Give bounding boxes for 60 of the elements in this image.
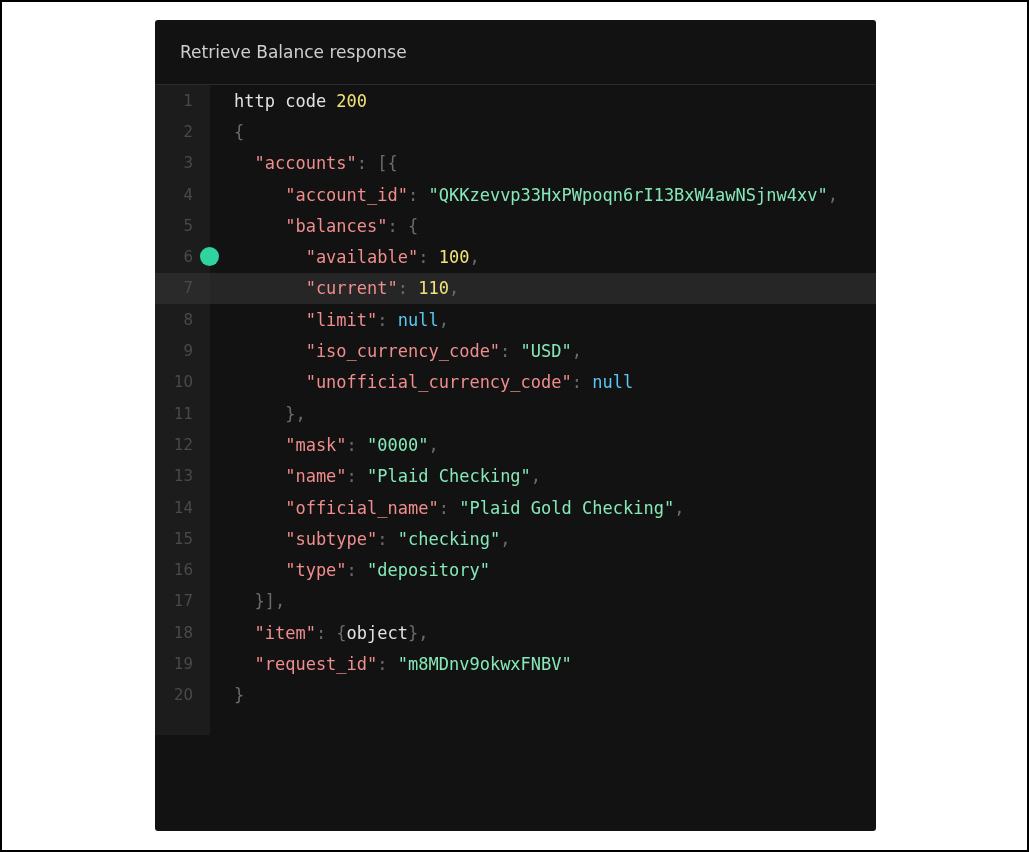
punctuation: : { [387,215,419,236]
punctuation: : [397,278,409,299]
punctuation: : [346,466,358,487]
punctuation: : [377,528,389,549]
punctuation: { [234,121,245,142]
punctuation: , [428,434,439,455]
json-key: "subtype" [234,528,378,549]
number-value: 100 [438,247,470,268]
json-key: "available" [234,247,419,268]
json-key: "unofficial_currency_code" [234,372,572,393]
punctuation: : [418,247,430,268]
json-key: "mask" [234,434,347,455]
json-key: "limit" [234,309,378,330]
panel-title: Retrieve Balance response [180,42,407,62]
punctuation: }, [408,622,429,643]
punctuation: }, [284,403,306,424]
punctuation: : [{ [356,153,398,174]
json-key: "type" [234,560,347,581]
string-value: "depository" [367,560,490,581]
punctuation: }], [253,591,286,612]
json-key: "name" [234,466,347,487]
string-value: "0000" [367,434,429,455]
code-text: http code [234,90,328,111]
json-key: "current" [234,278,398,299]
json-key: "iso_currency_code" [234,341,501,361]
punctuation: : [377,654,389,674]
punctuation: : [346,434,358,455]
string-value: "checking" [397,528,501,549]
punctuation: , [500,528,511,549]
null-value: null [397,309,439,330]
punctuation: : [571,372,583,393]
json-key: "request_id" [234,654,378,674]
number-value: 110 [418,278,449,299]
string-value: "USD" [520,341,572,361]
punctuation: , [530,466,542,487]
number-value: 200 [336,90,368,111]
null-value: null [592,372,634,393]
json-key: "accounts" [234,153,357,174]
punctuation: : { [315,622,347,643]
json-key: "item" [234,622,316,643]
punctuation: : [500,341,512,361]
punctuation: : [346,560,358,581]
punctuation: : [377,309,389,330]
punctuation: , [438,309,449,330]
json-key: "official_name" [234,497,439,518]
json-key: "account_id" [234,184,408,205]
punctuation: , [448,278,460,299]
punctuation: : [408,184,420,205]
json-key: "balances" [234,215,388,236]
code-text: object [346,622,409,643]
punctuation: , [469,247,480,268]
punctuation: , [674,497,685,518]
string-value: "QKKzevvp33HxPWpoqn6rI13BxW4awNSjnw4xv" [428,184,828,205]
string-value: "Plaid Checking" [367,466,531,487]
string-value: "Plaid Gold Checking" [459,497,675,518]
punctuation: } [234,685,245,706]
punctuation: , [827,184,838,205]
string-value: "m8MDnv9okwxFNBV" [397,654,572,674]
punctuation: : [438,497,450,518]
punctuation: , [571,341,583,361]
